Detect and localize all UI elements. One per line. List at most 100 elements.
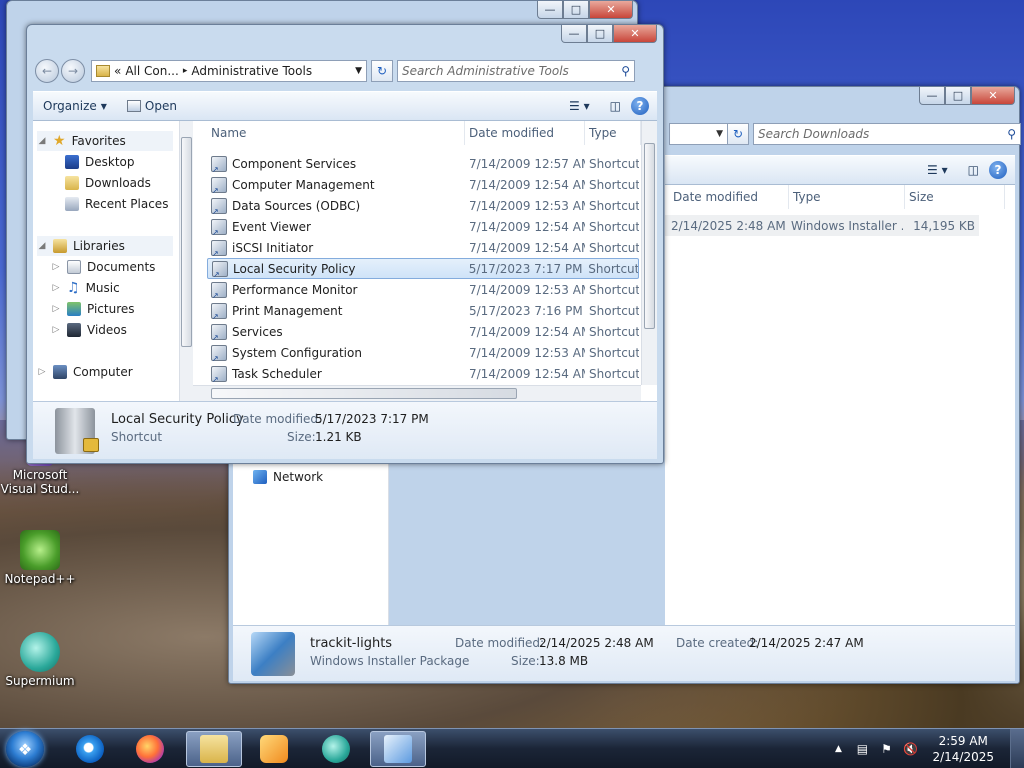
- star-icon: ★: [53, 133, 66, 149]
- recent-places-icon: [65, 197, 79, 211]
- maximize-button[interactable]: □: [563, 1, 589, 19]
- file-row[interactable]: Performance Monitor 7/14/2009 12:53 AM Sho…: [207, 279, 639, 300]
- taskbar-windows-explorer[interactable]: [186, 731, 242, 767]
- taskbar-control-panel[interactable]: [370, 731, 426, 767]
- minimize-button[interactable]: —: [919, 87, 945, 105]
- nav-network[interactable]: Network: [253, 467, 323, 487]
- file-row[interactable]: iSCSI Initiator 7/14/2009 12:54 AM Shortcu…: [207, 237, 639, 258]
- file-type: Shortcut: [589, 345, 639, 360]
- nav-pane-scroll-thumb[interactable]: [181, 137, 192, 347]
- shortcut-icon: [211, 155, 227, 172]
- show-hidden-icons-icon[interactable]: ▲: [830, 741, 846, 757]
- nav-desktop[interactable]: Desktop: [65, 152, 135, 172]
- file-list-horizontal-scrollbar[interactable]: [193, 385, 641, 401]
- nav-favorites[interactable]: ◢ ★ Favorites: [37, 131, 173, 151]
- column-type[interactable]: Type: [789, 185, 905, 209]
- desktop-icon-notepadpp[interactable]: Notepad++: [0, 530, 80, 586]
- minimize-button[interactable]: —: [537, 1, 563, 19]
- address-bar[interactable]: « All Con... ▸ Administrative Tools ▼: [91, 60, 367, 82]
- maximize-button[interactable]: □: [945, 87, 971, 105]
- nav-pictures[interactable]: ▷ Pictures: [51, 299, 135, 319]
- breadcrumb-administrative-tools[interactable]: Administrative Tools: [191, 64, 351, 78]
- file-row[interactable]: Local Security Policy 5/17/2023 7:17 PM Sh…: [207, 258, 639, 279]
- file-type: Shortcut: [589, 303, 639, 318]
- nav-recent-places[interactable]: Recent Places: [65, 194, 168, 214]
- address-dropdown[interactable]: ▼: [669, 123, 727, 145]
- nav-videos[interactable]: ▷ Videos: [51, 320, 127, 340]
- file-list-hscroll-thumb[interactable]: [211, 388, 517, 399]
- shortcut-icon: [212, 260, 228, 277]
- help-icon[interactable]: ?: [631, 97, 649, 115]
- column-name[interactable]: Name: [207, 121, 465, 145]
- file-row[interactable]: Component Services 7/14/2009 12:57 AM Shor…: [207, 153, 639, 174]
- nav-libraries[interactable]: ◢ Libraries: [37, 236, 173, 256]
- taskbar-supermium[interactable]: [308, 731, 364, 767]
- taskbar-firefox[interactable]: [122, 731, 178, 767]
- network-status-icon[interactable]: ▤: [854, 741, 870, 757]
- file-date-modified: 7/14/2009 12:54 AM: [469, 366, 585, 381]
- search-downloads-input[interactable]: Search Downloads ⚲: [753, 123, 1021, 145]
- breadcrumb-all-control-panel[interactable]: All Con...: [125, 64, 178, 78]
- open-button[interactable]: Open: [117, 99, 187, 113]
- file-row[interactable]: System Configuration 7/14/2009 12:53 AM Sh…: [207, 342, 639, 363]
- refresh-button[interactable]: ↻: [371, 60, 393, 82]
- toolbar: Organize ▼ Open ☰ ▾ ◫ ?: [33, 91, 657, 121]
- column-date-modified[interactable]: Date modified: [465, 121, 585, 145]
- forward-button[interactable]: →: [61, 59, 85, 83]
- show-desktop-button[interactable]: [1010, 729, 1024, 768]
- start-button[interactable]: ❖: [6, 731, 44, 767]
- column-size[interactable]: Size: [905, 185, 1005, 209]
- clock[interactable]: 2:59 AM 2/14/2025: [932, 733, 994, 765]
- close-button[interactable]: ✕: [971, 87, 1015, 105]
- nav-pane-scrollbar[interactable]: [179, 121, 193, 401]
- shortcut-icon: [211, 281, 227, 298]
- help-icon[interactable]: ?: [989, 161, 1007, 179]
- volume-muted-icon[interactable]: 🔇: [902, 741, 918, 757]
- shortcut-icon: [211, 344, 227, 361]
- organize-button[interactable]: Organize ▼: [33, 99, 117, 113]
- file-date-modified: 7/14/2009 12:54 AM: [469, 219, 585, 234]
- minimize-button[interactable]: —: [561, 25, 587, 43]
- preview-pane-button[interactable]: ◫: [958, 163, 989, 177]
- breadcrumb-overflow[interactable]: «: [114, 64, 121, 78]
- file-row[interactable]: Data Sources (ODBC) 7/14/2009 12:53 AM Sho…: [207, 195, 639, 216]
- file-row-trackit-lights[interactable]: 2/14/2025 2:48 AM Windows Installer ... …: [665, 215, 979, 236]
- breadcrumb-separator[interactable]: ▸: [183, 66, 188, 76]
- file-row[interactable]: Task Scheduler 7/14/2009 12:54 AM Shortcut: [207, 363, 639, 384]
- nav-downloads[interactable]: Downloads: [65, 173, 151, 193]
- nav-computer[interactable]: ▷ Computer: [37, 362, 133, 382]
- file-row[interactable]: Event Viewer 7/14/2009 12:54 AM Shortcut: [207, 216, 639, 237]
- file-row[interactable]: Print Management 5/17/2023 7:16 PM Shortcu…: [207, 300, 639, 321]
- nav-documents[interactable]: ▷ Documents: [51, 257, 155, 277]
- address-dropdown-icon[interactable]: ▼: [355, 66, 362, 76]
- taskbar-media-player[interactable]: [246, 731, 302, 767]
- action-center-flag-icon[interactable]: ⚑: [878, 741, 894, 757]
- maximize-button[interactable]: □: [587, 25, 613, 43]
- details-date-created: 2/14/2025 2:47 AM: [749, 636, 864, 650]
- column-type[interactable]: Type: [585, 121, 641, 145]
- back-button[interactable]: ←: [35, 59, 59, 83]
- view-options-button[interactable]: ☰ ▾: [559, 99, 600, 113]
- firefox-icon: [136, 735, 164, 763]
- details-size-label: Size:: [287, 430, 316, 444]
- taskbar-internet-explorer[interactable]: [62, 731, 118, 767]
- file-row[interactable]: Computer Management 7/14/2009 12:54 AM Sho…: [207, 174, 639, 195]
- close-button[interactable]: ✕: [589, 1, 633, 19]
- nav-music[interactable]: ▷ ♫ Music: [51, 278, 120, 298]
- column-date-modified[interactable]: Date modified: [669, 185, 789, 209]
- file-list-vscroll-thumb[interactable]: [644, 143, 655, 329]
- file-name: Event Viewer: [232, 219, 311, 234]
- desktop-icon-supermium[interactable]: Supermium: [0, 632, 80, 688]
- preview-pane-button[interactable]: ◫: [600, 99, 631, 113]
- file-date-modified: 7/14/2009 12:54 AM: [469, 324, 585, 339]
- view-options-button[interactable]: ☰ ▾: [917, 163, 958, 177]
- file-name: Local Security Policy: [233, 261, 356, 276]
- refresh-button[interactable]: ↻: [727, 123, 749, 145]
- file-list-vertical-scrollbar[interactable]: [641, 121, 657, 385]
- close-button[interactable]: ✕: [613, 25, 657, 43]
- file-name: Services: [232, 324, 283, 339]
- network-icon: [253, 470, 267, 484]
- file-row[interactable]: Services 7/14/2009 12:54 AM Shortcut: [207, 321, 639, 342]
- notepadpp-icon: [20, 530, 60, 570]
- search-administrative-tools-input[interactable]: Search Administrative Tools ⚲: [397, 60, 635, 82]
